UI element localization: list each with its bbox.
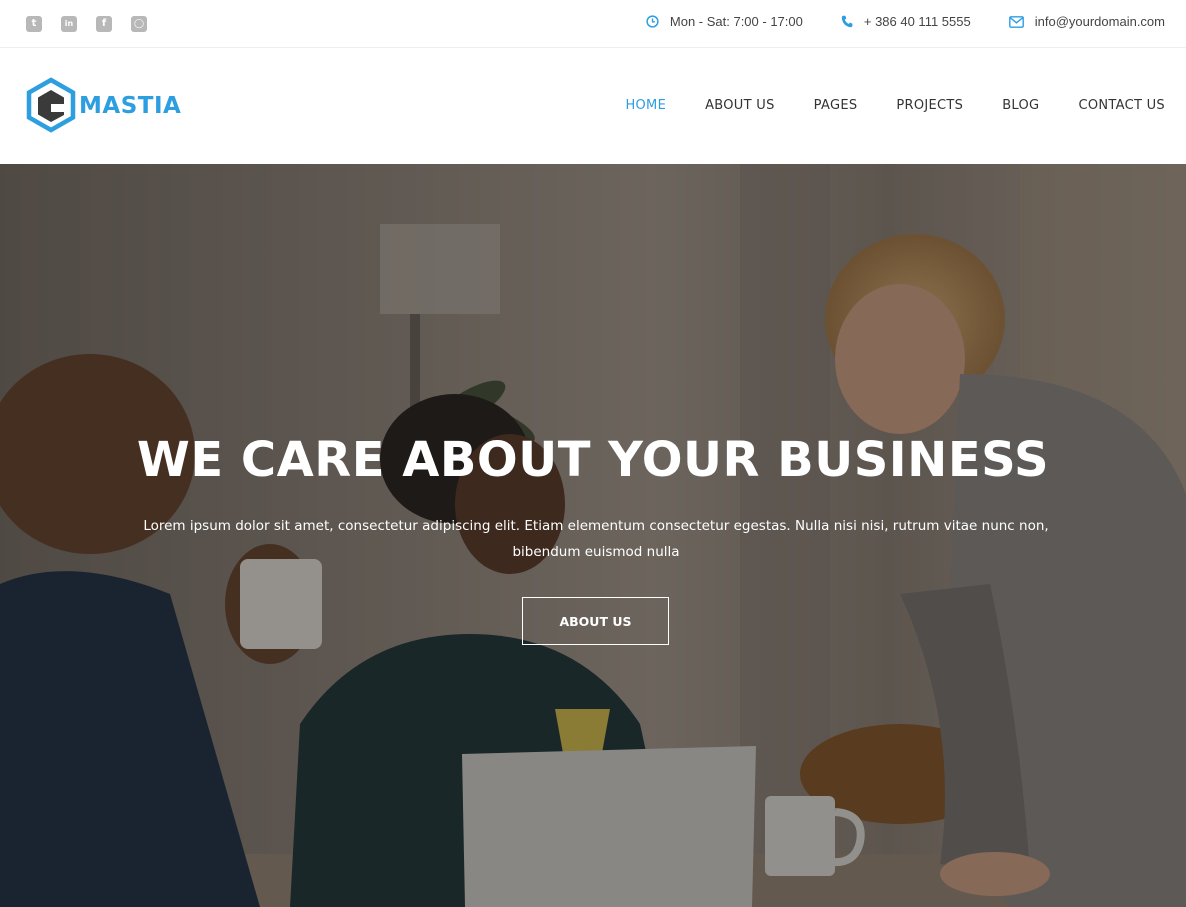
site-logo[interactable]: MASTIA [25,77,181,133]
about-us-button[interactable]: ABOUT US [522,597,669,645]
hero-description-line-2: bibendum euismod nulla [512,544,680,560]
site-header: MASTIA HOME ABOUT US PAGES PROJECTS BLOG… [0,48,1186,164]
nav-projects[interactable]: PROJECTS [896,98,963,113]
nav-contact-us[interactable]: CONTACT US [1078,98,1165,113]
opening-hours-text: Mon - Sat: 7:00 - 17:00 [669,14,803,29]
hero-description-line-1: Lorem ipsum dolor sit amet, consectetur … [143,518,1049,534]
twitter-icon[interactable]: t [26,16,42,32]
hero-section: WE CARE ABOUT YOUR BUSINESS Lorem ipsum … [0,164,1186,907]
github-icon[interactable]: ◯ [131,16,147,32]
nav-home[interactable]: HOME [625,98,666,113]
social-links: t in f ◯ [26,16,147,32]
phone-icon [841,15,853,28]
main-navigation: HOME ABOUT US PAGES PROJECTS BLOG CONTAC… [625,98,1165,113]
linkedin-icon[interactable]: in [61,16,77,32]
contact-info: Mon - Sat: 7:00 - 17:00 + 386 40 111 555… [646,14,1165,29]
email-address[interactable]: info@yourdomain.com [1035,14,1165,29]
logo-text: MASTIA [79,93,182,119]
clock-icon [646,15,659,28]
hero-title: WE CARE ABOUT YOUR BUSINESS [136,432,1050,488]
opening-hours: Mon - Sat: 7:00 - 17:00 [646,14,803,29]
logo-hexagon-icon [26,77,76,133]
email-contact[interactable]: info@yourdomain.com [1008,14,1165,29]
phone-number[interactable]: + 386 40 111 5555 [864,14,971,29]
hero-description: Lorem ipsum dolor sit amet, consectetur … [143,513,1049,565]
top-info-bar: t in f ◯ Mon - Sat: 7:00 - 17:00 + 386 4… [0,0,1186,48]
nav-about-us[interactable]: ABOUT US [705,98,775,113]
nav-blog[interactable]: BLOG [1002,98,1039,113]
nav-pages[interactable]: PAGES [814,98,858,113]
phone-contact[interactable]: + 386 40 111 5555 [841,14,971,29]
envelope-icon [1008,15,1024,28]
facebook-icon[interactable]: f [96,16,112,32]
